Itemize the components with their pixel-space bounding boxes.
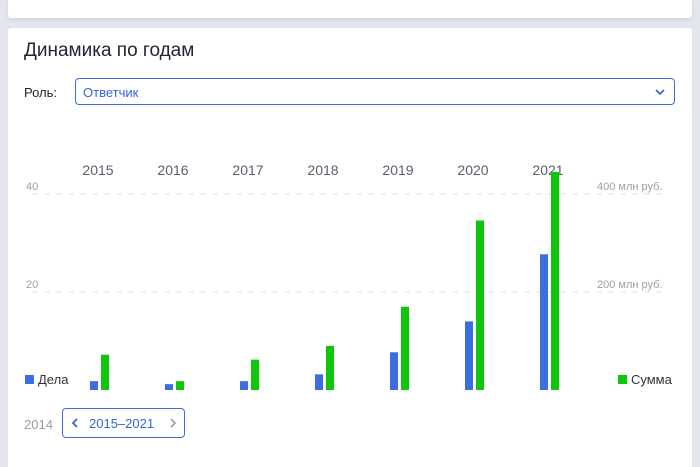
legend-cases: Дела <box>25 372 68 387</box>
year-label: 2021 <box>532 162 563 178</box>
chevron-right-icon[interactable] <box>167 417 179 429</box>
legend-sum: Сумма <box>618 372 672 387</box>
bar-sum <box>551 171 559 390</box>
bar-sum <box>476 220 484 390</box>
year-label: 2019 <box>382 162 413 178</box>
bar-sum <box>326 345 334 390</box>
bar-sum <box>251 359 259 390</box>
chevron-left-icon[interactable] <box>69 417 81 429</box>
years-chart: 20 40 200 млн руб. 400 млн руб. 2015 2016 2017… <box>26 162 668 390</box>
dynamics-card: Динамика по годам Роль: Ответчик 20 40 200… <box>8 28 692 467</box>
legend-cases-swatch <box>25 375 34 384</box>
year-label: 2017 <box>232 162 263 178</box>
bar-cases <box>465 321 473 390</box>
chevron-down-icon <box>655 89 665 96</box>
y-left-tick-label: 40 <box>26 181 38 193</box>
bar-sum <box>401 306 409 390</box>
year-range-selector[interactable]: 2015–2021 <box>62 408 185 438</box>
year-label: 2020 <box>457 162 488 178</box>
bar-cases <box>390 352 398 390</box>
role-label: Роль: <box>24 85 58 100</box>
bar-cases <box>315 374 323 390</box>
year-label: 2016 <box>157 162 188 178</box>
year-label: 2018 <box>307 162 338 178</box>
year-range-label: 2015–2021 <box>89 416 155 431</box>
bar-cases <box>165 384 173 390</box>
legend-cases-label: Дела <box>38 372 69 387</box>
section-title: Динамика по годам <box>24 40 195 61</box>
legend-sum-swatch <box>618 375 627 384</box>
role-select-value: Ответчик <box>83 85 139 100</box>
y-right-tick-label: 400 млн руб. <box>597 181 663 193</box>
bar-sum <box>101 354 109 390</box>
year-label: 2015 <box>82 162 113 178</box>
prev-year-link[interactable]: 2014 <box>24 417 53 432</box>
bar-sum <box>176 381 184 390</box>
bar-cases <box>240 381 248 390</box>
previous-card <box>8 0 692 18</box>
role-select[interactable]: Ответчик <box>75 78 675 105</box>
y-left-tick-label: 20 <box>26 279 38 291</box>
legend-sum-label: Сумма <box>631 372 672 387</box>
y-right-tick-label: 200 млн руб. <box>597 279 663 291</box>
bar-cases <box>540 254 548 390</box>
bar-cases <box>90 381 98 390</box>
